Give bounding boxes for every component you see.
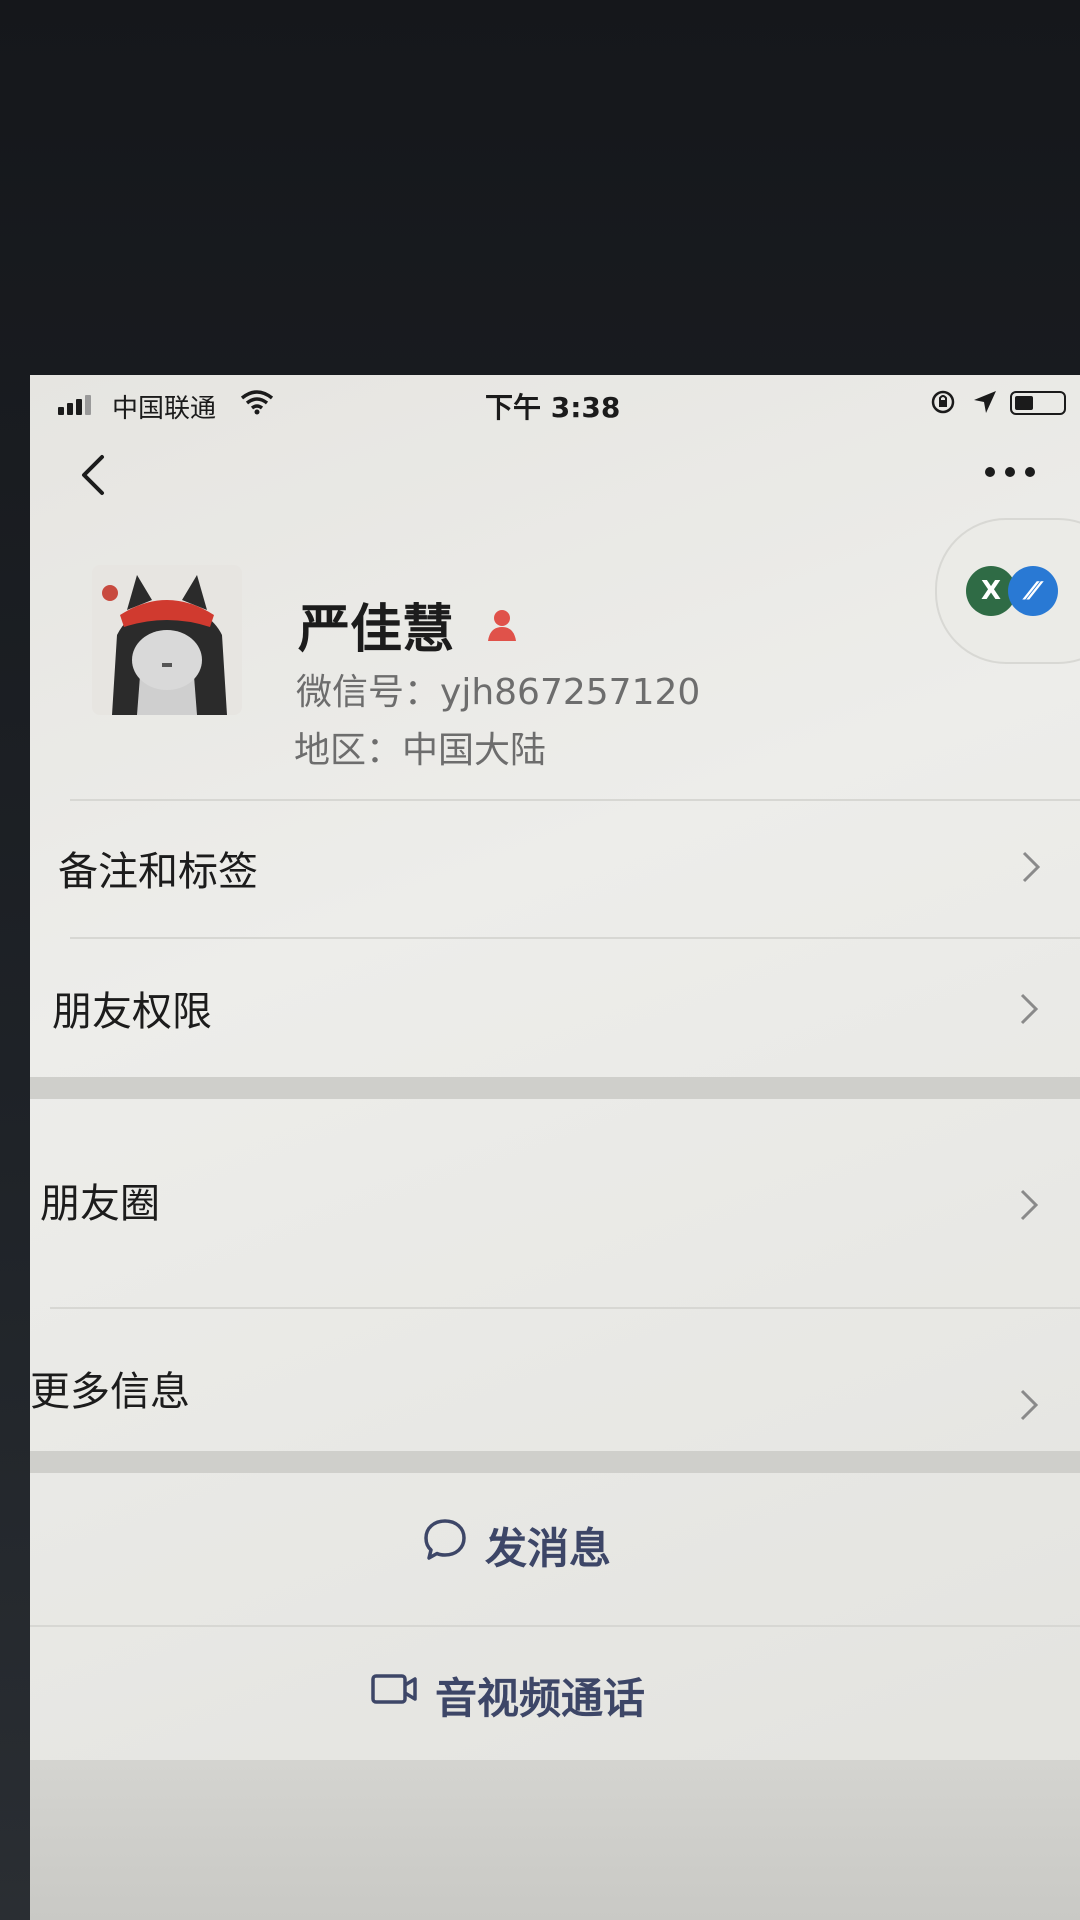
video-camera-icon	[371, 1674, 417, 1704]
wechat-id-row: 微信号：yjh867257120	[296, 663, 700, 715]
menu-item-label: 更多信息	[30, 1369, 190, 1415]
wechat-id-value: yjh867257120	[440, 672, 701, 713]
menu-item-friend-permissions[interactable]: 朋友权限	[30, 939, 1080, 1069]
chevron-right-icon	[1020, 993, 1039, 1025]
menu-item-remarks-tags[interactable]: 备注和标签	[30, 801, 1080, 931]
person-icon	[488, 610, 516, 641]
chat-bubble-icon	[424, 1519, 466, 1560]
send-message-label: 发消息	[485, 1524, 612, 1573]
battery-icon	[1010, 391, 1066, 415]
chevron-right-icon	[1022, 851, 1041, 883]
menu-item-more-info[interactable]: 更多信息	[30, 1309, 1080, 1461]
region-row: 地区：中国大陆	[294, 721, 546, 773]
more-options-icon[interactable]	[980, 457, 1040, 487]
video-call-label: 音视频通话	[435, 1674, 646, 1723]
carrier-name: 中国联通	[112, 394, 217, 424]
bottom-area	[30, 1760, 1080, 1920]
section-separator	[30, 1077, 1080, 1099]
wifi-icon	[240, 390, 274, 415]
region-label: 地区：	[294, 730, 403, 771]
profile-header: 严佳慧 微信号：yjh867257120 地区：中国大陆	[30, 525, 1080, 771]
avatar[interactable]	[92, 565, 242, 715]
send-message-button[interactable]: 发消息	[30, 1475, 1080, 1625]
chevron-right-icon	[1020, 1389, 1039, 1421]
rotation-lock-icon	[931, 390, 955, 414]
signal-icon	[58, 393, 98, 415]
menu-item-moments[interactable]: 朋友圈	[30, 1101, 1080, 1281]
wechat-id-label: 微信号：	[296, 672, 441, 713]
section-separator	[30, 1451, 1080, 1473]
phone-screen: 中国联通 下午 3:38 严佳慧 微信号：yjh867257120 地区：中国大…	[30, 375, 1080, 1920]
menu-item-label: 朋友圈	[40, 1181, 160, 1227]
contact-name: 严佳慧	[298, 600, 455, 660]
status-badge-icon: ⁄⁄	[1008, 566, 1058, 616]
region-value: 中国大陆	[402, 730, 547, 771]
menu-item-label: 备注和标签	[58, 849, 258, 895]
back-icon[interactable]	[70, 447, 120, 503]
chevron-right-icon	[1020, 1189, 1039, 1221]
video-call-button[interactable]: 音视频通话	[30, 1627, 1080, 1767]
status-bar: 中国联通 下午 3:38	[30, 375, 1080, 429]
nav-bar	[30, 429, 1080, 519]
location-arrow-icon	[974, 391, 996, 413]
status-time: 下午 3:38	[485, 391, 621, 424]
menu-item-label: 朋友权限	[52, 989, 212, 1035]
